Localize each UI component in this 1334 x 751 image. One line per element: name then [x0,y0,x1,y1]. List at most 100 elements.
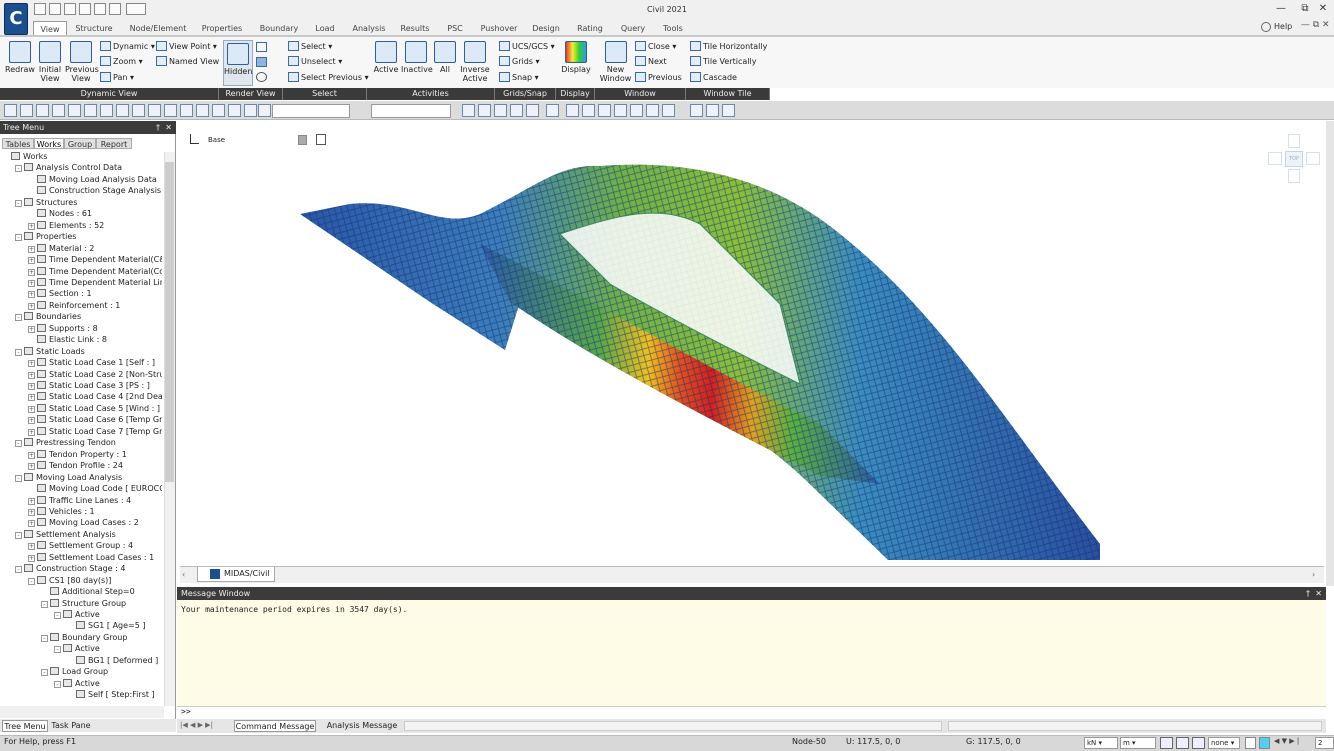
toolbar-tool-icon[interactable] [84,104,97,117]
menu-results[interactable]: Results [396,21,434,36]
tree-item[interactable]: Moving Load Code [ EUROCOD. [2,483,162,494]
tree-item[interactable]: + Supports : 8 [2,323,162,334]
expand-icon[interactable]: + [28,371,35,379]
tree-item[interactable]: Nodes : 61 [2,208,162,219]
wireframe-icon[interactable] [256,42,267,52]
collapse-icon[interactable]: - [41,634,48,642]
menu-view[interactable]: View [33,21,67,36]
menu-query[interactable]: Query [614,21,652,36]
toolbar-tool-icon[interactable] [546,104,559,117]
tree-item[interactable]: SG1 [ Age=5 ] [2,620,162,631]
tree-item[interactable]: - Settlement Analysis [2,529,162,540]
collapse-icon[interactable]: - [15,348,22,356]
tab-works[interactable]: Works [34,138,64,149]
close-view-button[interactable]: Close ▾ [635,40,676,54]
tab-tables[interactable]: Tables [2,138,34,149]
tree-item[interactable]: + Static Load Case 7 [Temp Grad_ [2,426,162,437]
help-menu[interactable]: Help [1274,22,1292,31]
zoom-button[interactable]: Zoom ▾ [100,55,143,69]
expand-icon[interactable]: + [28,463,35,471]
tree-item[interactable]: + Time Dependent Material(C&S) [2,254,162,265]
expand-icon[interactable]: + [28,417,35,425]
toolbar-tool-icon[interactable] [566,104,579,117]
named-view-button[interactable]: Named View [156,55,219,69]
collapse-icon[interactable]: - [54,680,61,688]
toolbar-tool-icon[interactable] [690,104,703,117]
tree-item[interactable]: + Moving Load Cases : 2 [2,517,162,528]
collapse-icon[interactable]: - [15,165,22,173]
toolbar-tool-icon[interactable] [36,104,49,117]
tree-item[interactable]: - Active [2,678,162,689]
inactive-button[interactable]: Inactive [401,41,433,74]
menu-psc[interactable]: PSC [440,21,470,36]
menu-structure[interactable]: Structure [70,21,118,36]
tree-item[interactable]: + Static Load Case 2 [Non-Structu [2,369,162,380]
toolbar-tool-icon[interactable] [68,104,81,117]
expand-icon[interactable]: + [28,394,35,402]
toolbar-tool-icon[interactable] [196,104,209,117]
menu-rating[interactable]: Rating [570,21,610,36]
expand-icon[interactable]: + [28,405,35,413]
tab-analysis-message[interactable]: Analysis Message [322,720,402,732]
tree-item[interactable]: - Boundary Group [2,632,162,643]
expand-icon[interactable]: + [28,428,35,436]
tree-scroll-thumb[interactable] [165,162,174,482]
message-scrollbar-left[interactable] [404,721,942,731]
toolbar-combo-2[interactable] [371,104,451,118]
menu-tools[interactable]: Tools [655,21,691,36]
tree-item[interactable]: + Static Load Case 3 [PS : ] [2,380,162,391]
tree-item[interactable]: - Structures [2,197,162,208]
right-toolbar[interactable] [1326,121,1334,586]
bridge-model[interactable] [180,124,1324,566]
toolbar-tool-icon[interactable] [258,104,271,117]
tree-item[interactable]: + Section : 1 [2,288,162,299]
toolbar-tool-icon[interactable] [462,104,475,117]
toolbar-tool-icon[interactable] [52,104,65,117]
expand-icon[interactable]: + [28,291,35,299]
expand-icon[interactable]: + [28,383,35,390]
snap-toggle-icon[interactable] [1160,737,1173,749]
expand-icon[interactable]: + [28,520,35,528]
toolbar-tool-icon[interactable] [228,104,241,117]
app-logo[interactable]: C [4,3,28,35]
previous-view-button[interactable]: Previous View [65,41,99,83]
toolbar-tool-icon[interactable] [630,104,643,117]
length-unit-select[interactable]: m ▾ [1120,737,1156,749]
toolbar-tool-icon[interactable] [510,104,523,117]
zoom-step-controls[interactable]: ◀ ▼ ▶ | [1274,737,1314,749]
tree-item[interactable]: + Settlement Load Cases : 1 [2,552,162,563]
tree-item[interactable]: + Tendon Profile : 24 [2,460,162,471]
tree-item[interactable]: Moving Load Analysis Data [2,174,162,185]
redraw-button[interactable]: Redraw [5,41,35,74]
tree-item[interactable]: + Material : 2 [2,243,162,254]
toolbar-tool-icon[interactable] [614,104,627,117]
model-view[interactable]: Base TOP [180,124,1324,566]
tab-command-message[interactable]: Command Message [234,720,316,732]
all-button[interactable]: All [434,41,456,74]
close-panel-icon[interactable]: ✕ [165,121,172,134]
new-window-button[interactable]: New Window [599,41,632,83]
pin-icon[interactable]: † [156,121,160,134]
tree-item[interactable]: + Static Load Case 5 [Wind : ] [2,403,162,414]
hidden-button[interactable]: Hidden [223,40,253,86]
menu-load[interactable]: Load [308,21,342,36]
collapse-icon[interactable]: - [41,600,48,608]
tree-item[interactable]: + Static Load Case 6 [Temp Grad_ [2,414,162,425]
cascade-button[interactable]: Cascade [690,71,737,85]
menu-node-element[interactable]: Node/Element [124,21,192,36]
pin-icon[interactable]: † [1306,587,1310,600]
ucs-gcs-button[interactable]: UCS/GCS ▾ [499,40,555,54]
message-tab-navigation[interactable]: |◀ ◀ ▶ ▶| [180,721,228,731]
inverse-active-button[interactable]: Inverse Active [458,41,492,83]
tree-item[interactable]: Elastic Link : 8 [2,334,162,345]
collapse-icon[interactable]: - [15,234,22,242]
tree-horizontal-scrollbar[interactable] [0,706,164,718]
expand-icon[interactable]: + [28,554,35,562]
tree-item[interactable]: + Reinforcement : 1 [2,300,162,311]
menu-design[interactable]: Design [527,21,565,36]
collapse-icon[interactable]: - [54,646,61,654]
tree-item[interactable]: + Time Dependent Material Link [2,277,162,288]
expand-icon[interactable]: + [28,451,35,459]
menu-pushover[interactable]: Pushover [476,21,522,36]
expand-icon[interactable]: + [28,245,35,253]
